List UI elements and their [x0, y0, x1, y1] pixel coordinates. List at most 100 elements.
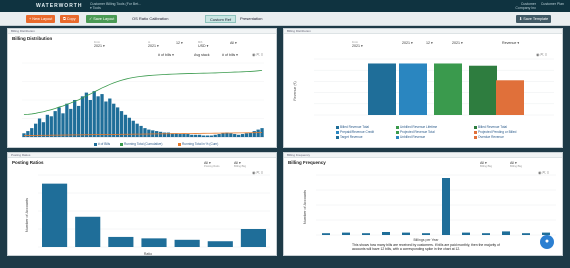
subfilter-bills[interactable]: # of bills ▾ — [158, 53, 174, 57]
legend-running-total[interactable]: Running Total (Cumulative) — [120, 142, 162, 146]
y-axis-label: Number of Accounts — [303, 190, 307, 224]
bar — [217, 134, 221, 137]
legend-item[interactable]: Billed Revenue Total — [336, 125, 369, 129]
bar — [115, 107, 120, 137]
legend-item[interactable]: Projected Pending or Billed — [474, 130, 516, 134]
legend-item[interactable]: Projected Revenue Total — [396, 130, 435, 134]
bar — [213, 134, 217, 137]
bar — [65, 103, 69, 137]
filter-billing-bkg[interactable]: All ▾ Billing Bkg — [480, 161, 492, 168]
bar — [162, 132, 167, 137]
user-name[interactable]: Customer Plan — [541, 2, 564, 6]
bar — [178, 134, 182, 137]
subfilter-avg[interactable]: Avg stack — [194, 53, 210, 57]
bar — [382, 232, 390, 235]
legend-swatch — [474, 135, 477, 139]
chart-grid — [316, 174, 556, 236]
legend-swatch — [396, 135, 399, 139]
legend-item[interactable]: Unbilled Revenue — [396, 135, 425, 139]
bar — [248, 132, 252, 137]
legend-label: Projected Revenue Total — [400, 130, 435, 134]
filter-year[interactable]: 2021 ▾ — [452, 41, 463, 45]
legend-label: Running Total in % (Cum) — [182, 142, 219, 146]
legend-label: Projected Pending or Billed — [478, 130, 517, 134]
bar — [462, 232, 470, 235]
save-layout-button[interactable]: ✓ Save Layout — [86, 15, 118, 23]
panel-tools[interactable]: ◉⇱≡ — [252, 52, 264, 57]
legend-swatch — [336, 125, 339, 129]
bar — [26, 131, 30, 137]
bar — [434, 63, 462, 115]
tab-ratio-calibration[interactable]: OS Ratio Calibration — [128, 15, 172, 23]
filter-billing-bkg-2[interactable]: All ▾ Billing Bkg — [510, 161, 522, 168]
bar — [442, 178, 450, 235]
bar — [221, 133, 225, 137]
bar — [182, 134, 186, 137]
bar — [194, 134, 198, 137]
legend-label: Target Revenue — [340, 135, 363, 139]
legend-item[interactable]: Billed Revenue Total — [474, 125, 507, 129]
bar — [119, 111, 124, 137]
filter-to[interactable]: to 2021 ▾ — [148, 41, 159, 48]
app-subtitle[interactable]: Customer Billing Tools (For Bet... ▾ Too… — [90, 2, 141, 10]
legend-running-percent[interactable]: Running Total in % (Cum) — [178, 142, 218, 146]
bar — [57, 107, 61, 137]
bar — [201, 135, 206, 137]
filter-all[interactable]: All ▾ — [230, 41, 237, 45]
bar — [80, 96, 85, 137]
subfilter-bills-2[interactable]: # of bills ▾ — [222, 53, 238, 57]
legend-bills[interactable]: # of Bills — [94, 142, 110, 146]
legend-label: Billed Revenue Total — [340, 125, 370, 129]
legend-label: Prepaid/Revenue Credit — [340, 130, 375, 134]
filter-currency[interactable]: Mth USD ▾ — [198, 41, 208, 48]
tab-presentation[interactable]: Presentation — [236, 15, 266, 23]
x-axis-label: Ratio — [144, 252, 152, 256]
user-menu[interactable]: Customer Company Inc — [515, 2, 536, 10]
bar — [205, 135, 210, 137]
app-logo[interactable]: WATERWORTH — [36, 3, 82, 9]
bar — [402, 232, 410, 235]
revenue-distribution-chart: Revenue (€) — [293, 58, 554, 116]
legend-item[interactable]: Target Revenue — [336, 135, 363, 139]
filter-value: 12 ▾ — [426, 41, 433, 45]
billing-distribution-panel: Billing Distribution Billing Distributio… — [7, 28, 277, 148]
filter-from[interactable]: From 2021 ▾ — [352, 41, 363, 48]
filter-value: Revenue ▾ — [502, 41, 520, 45]
legend-item[interactable]: Overdue Revenue — [474, 135, 504, 139]
bar — [368, 63, 396, 115]
bar-series — [368, 63, 524, 115]
posting-ratios-chart: Number of Accounts Ratio — [25, 174, 270, 256]
filter-billing[interactable]: All ▾ Billing Bkg — [234, 161, 246, 168]
filter-posting-ratio[interactable]: All ▾ Posting Ratio — [204, 161, 219, 168]
copy-button[interactable]: ⧉ Copy — [60, 15, 79, 23]
bar — [207, 241, 233, 247]
posting-ratios-panel: Posting Ratios Posting Ratios All ▾ Post… — [7, 152, 277, 256]
bar — [69, 108, 73, 137]
bar — [61, 113, 65, 137]
legend-item[interactable]: Unbilled Revenue Lifetime — [396, 125, 437, 129]
bar — [92, 91, 96, 137]
filter-from[interactable]: From 2021 ▾ — [94, 41, 105, 48]
legend-swatch — [94, 142, 97, 146]
filter-month[interactable]: 12 ▾ — [426, 41, 433, 45]
legend-swatch — [396, 130, 399, 134]
bar — [108, 236, 134, 247]
chart-grid — [38, 174, 270, 248]
new-layout-button[interactable]: + New Layout — [26, 15, 56, 23]
filter-to[interactable]: 2021 ▾ — [402, 41, 413, 45]
chat-icon[interactable]: ● — [540, 235, 554, 249]
menu-icon[interactable]: ≡ — [261, 52, 264, 57]
save-template-button[interactable]: ⬇ Save Template — [516, 15, 552, 23]
bar — [49, 116, 53, 137]
tab-custom-ref[interactable]: Custom Ref — [205, 15, 237, 23]
bar — [399, 63, 427, 115]
bar — [139, 125, 143, 137]
filter-metric[interactable]: Revenue ▾ — [502, 41, 519, 45]
legend-label: Billed Revenue Total — [478, 125, 508, 129]
legend-item[interactable]: Prepaid/Revenue Credit — [336, 130, 374, 134]
filter-month[interactable]: 12 ▾ — [176, 41, 183, 45]
panel-title: Billing Frequency — [288, 160, 326, 165]
filter-caption: Billing Bkg — [234, 165, 247, 168]
billing-frequency-note: This shows how many bills are received b… — [352, 243, 500, 251]
bar — [502, 231, 510, 235]
